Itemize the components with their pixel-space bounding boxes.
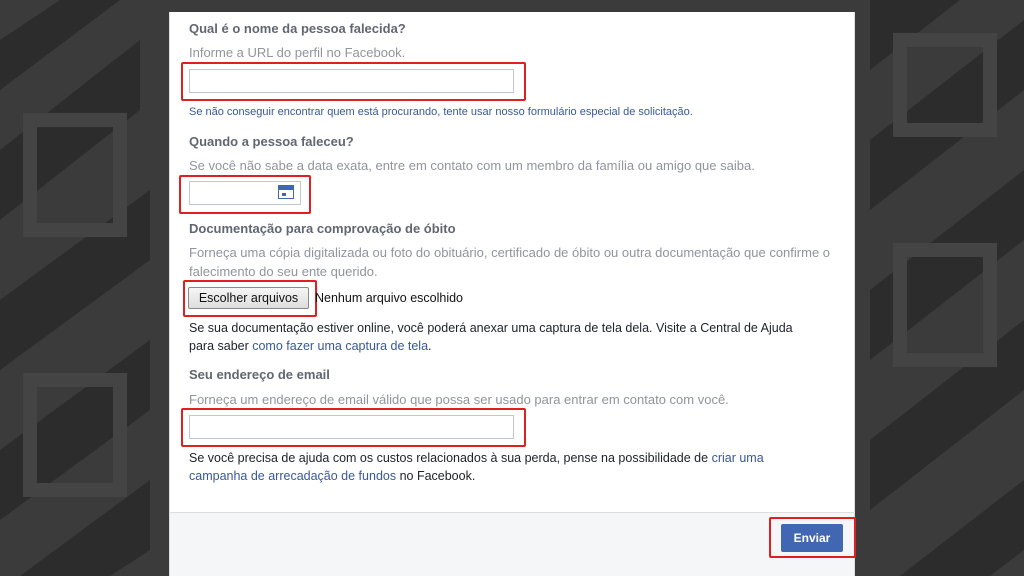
- documentation-hint-line-2: falecimento do seu ente querido.: [189, 264, 378, 279]
- fundraiser-info-line-1: Se você precisa de ajuda com os custos r…: [189, 449, 764, 467]
- date-hint: Se você não sabe a data exata, entre em …: [189, 158, 755, 173]
- fundraiser-link-part-1[interactable]: criar uma: [712, 451, 764, 465]
- memorial-request-form: Qual é o nome da pessoa falecida? Inform…: [169, 12, 856, 576]
- fundraiser-link-part-2[interactable]: campanha de arrecadação de fundos: [189, 469, 396, 483]
- documentation-info-prefix: para saber: [189, 339, 253, 353]
- email-hint: Forneça um endereço de email válido que …: [189, 392, 729, 407]
- date-label: Quando a pessoa faleceu?: [189, 134, 354, 149]
- name-label: Qual é o nome da pessoa falecida?: [189, 21, 406, 36]
- email-input[interactable]: [189, 415, 514, 439]
- fundraiser-info-line-2: campanha de arrecadação de fundos no Fac…: [189, 467, 475, 485]
- file-status-text: Nenhum arquivo escolhido: [315, 291, 464, 305]
- documentation-label: Documentação para comprovação de óbito: [189, 221, 456, 236]
- documentation-info-suffix: .: [428, 339, 432, 353]
- documentation-info-line-1: Se sua documentação estiver online, você…: [189, 321, 793, 335]
- name-hint: Informe a URL do perfil no Facebook.: [189, 45, 406, 60]
- choose-files-button[interactable]: Escolher arquivos: [188, 287, 309, 309]
- email-label: Seu endereço de email: [189, 367, 330, 382]
- submit-button[interactable]: Enviar: [781, 524, 843, 552]
- profile-url-input[interactable]: [189, 69, 514, 93]
- calendar-icon[interactable]: [278, 185, 294, 199]
- documentation-hint-line-1: Forneça uma cópia digitalizada ou foto d…: [189, 245, 831, 260]
- screenshot-help-link[interactable]: como fazer uma captura de tela: [252, 339, 428, 353]
- documentation-info-line-2: para saber como fazer uma captura de tel…: [189, 337, 432, 355]
- form-footer: Enviar: [170, 512, 856, 576]
- fundraiser-info-suffix: no Facebook.: [396, 469, 476, 483]
- fundraiser-info-prefix: Se você precisa de ajuda com os custos r…: [189, 451, 712, 465]
- special-form-help-link[interactable]: Se não conseguir encontrar quem está pro…: [189, 106, 693, 118]
